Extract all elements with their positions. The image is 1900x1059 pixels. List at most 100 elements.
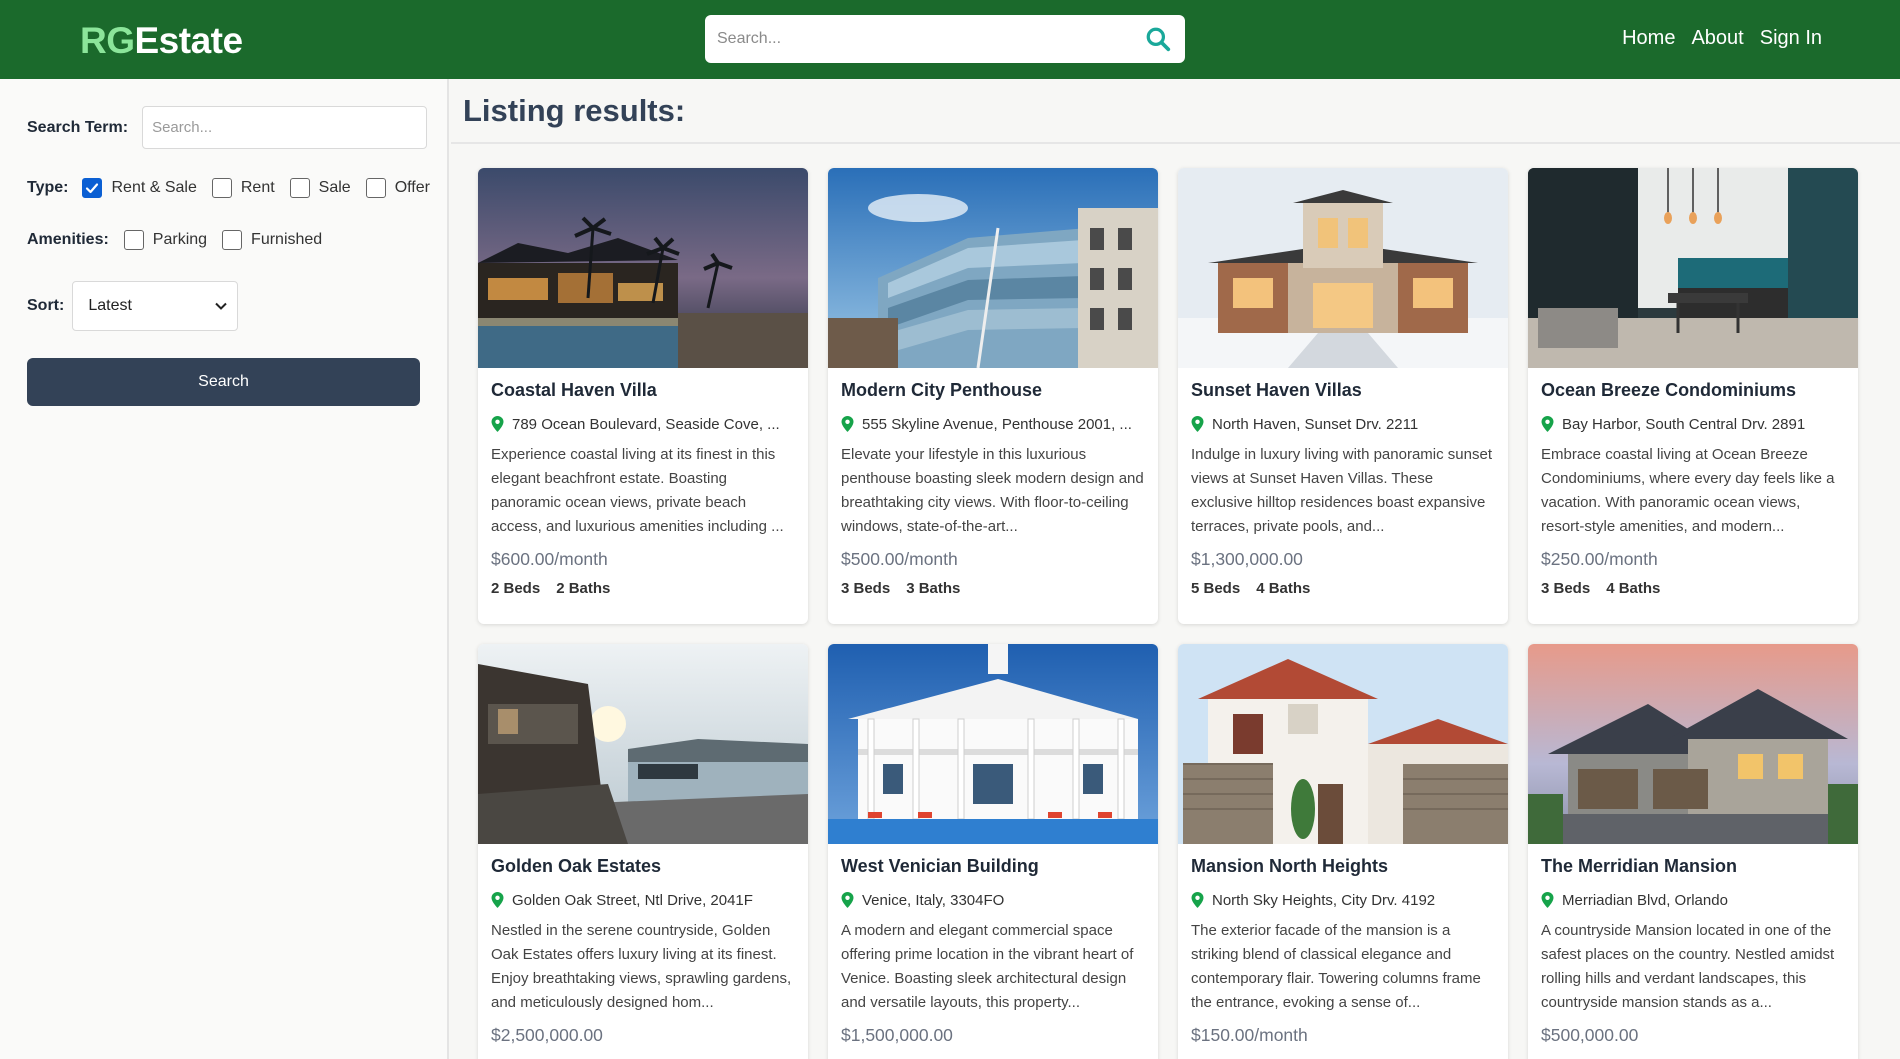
listing-price: $600.00/month xyxy=(491,549,608,569)
listing-photo[interactable] xyxy=(828,644,1158,844)
listing-description: Indulge in luxury living with panoramic … xyxy=(1191,446,1492,535)
type-rent-checkbox[interactable]: Rent xyxy=(211,178,275,198)
listing-address: 555 Skyline Avenue, Penthouse 2001, ... xyxy=(841,414,1145,434)
listing-title[interactable]: The Merridian Mansion xyxy=(1541,856,1845,882)
search-icon[interactable] xyxy=(1145,26,1171,52)
listing-address: Bay Harbor, South Central Drv. 2891 xyxy=(1541,414,1845,434)
location-pin-icon xyxy=(841,416,854,432)
listing-title[interactable]: West Venician Building xyxy=(841,856,1145,882)
listing-price: $500.00/month xyxy=(841,549,958,569)
listing-address: 789 Ocean Boulevard, Seaside Cove, ... xyxy=(491,414,795,434)
results-panel: Listing results: Coastal Haven Villa 789… xyxy=(451,79,1900,1059)
listing-card[interactable]: West Venician Building Venice, Italy, 33… xyxy=(828,644,1158,1059)
header-search xyxy=(705,15,1185,63)
listing-description: A modern and elegant commercial space of… xyxy=(841,922,1134,1011)
type-rent-label: Rent xyxy=(240,179,275,196)
listing-beds: 2 Beds xyxy=(491,580,541,597)
amenity-parking-label: Parking xyxy=(152,231,208,248)
location-pin-icon xyxy=(1191,416,1204,432)
listing-photo[interactable] xyxy=(1528,644,1858,844)
location-pin-icon xyxy=(491,892,504,908)
listing-title[interactable]: Sunset Haven Villas xyxy=(1191,380,1495,406)
listing-card[interactable]: Sunset Haven Villas North Haven, Sunset … xyxy=(1178,168,1508,624)
amenities-row: Amenities: Parking Furnished xyxy=(27,230,337,250)
listing-photo[interactable] xyxy=(828,168,1158,368)
type-rent-sale-checkbox[interactable]: Rent & Sale xyxy=(82,178,197,198)
listing-specs: 3 Beds 3 Baths xyxy=(841,580,1145,597)
listing-beds: 3 Beds xyxy=(841,580,891,597)
nav-about[interactable]: About xyxy=(1691,27,1743,50)
type-sale-label: Sale xyxy=(318,179,351,196)
search-term-label: Search Term: xyxy=(27,118,129,136)
sort-row: Sort: Latest xyxy=(27,281,239,331)
listing-description: Elevate your lifestyle in this luxurious… xyxy=(841,446,1144,535)
listing-baths: 4 Baths xyxy=(1606,580,1661,597)
listing-specs: 2 Beds 2 Baths xyxy=(491,580,795,597)
listing-card[interactable]: Golden Oak Estates Golden Oak Street, Nt… xyxy=(478,644,808,1059)
type-sale-checkbox[interactable]: Sale xyxy=(289,178,351,198)
listing-address: North Sky Heights, City Drv. 4192 xyxy=(1191,890,1495,910)
listing-title[interactable]: Ocean Breeze Condominiums xyxy=(1541,380,1845,406)
listing-description: A countryside Mansion located in one of … xyxy=(1541,922,1835,1011)
listing-title[interactable]: Mansion North Heights xyxy=(1191,856,1495,882)
amenity-furnished-label: Furnished xyxy=(251,231,323,248)
listing-photo[interactable] xyxy=(1528,168,1858,368)
logo-estate: Estate xyxy=(134,20,244,61)
search-term-input[interactable] xyxy=(142,106,428,149)
listing-price: $250.00/month xyxy=(1541,549,1658,569)
listing-price: $1,300,000.00 xyxy=(1191,549,1303,569)
search-button[interactable]: Search xyxy=(27,358,420,406)
listing-photo[interactable] xyxy=(478,168,808,368)
listings-grid: Coastal Haven Villa 789 Ocean Boulevard,… xyxy=(478,168,1858,1059)
listing-photo[interactable] xyxy=(1178,168,1508,368)
listing-beds: 5 Beds xyxy=(1191,580,1241,597)
search-term-row: Search Term: xyxy=(27,106,428,149)
amenity-furnished-checkbox[interactable]: Furnished xyxy=(222,230,322,250)
listing-baths: 2 Baths xyxy=(556,580,611,597)
sort-select[interactable]: Latest xyxy=(72,281,239,331)
sort-label: Sort: xyxy=(27,297,65,314)
listing-title[interactable]: Coastal Haven Villa xyxy=(491,380,795,406)
listing-address-text: North Haven, Sunset Drv. 2211 xyxy=(1212,415,1419,433)
type-row: Type: Rent & Sale Rent Sale Offer xyxy=(27,178,430,198)
listing-title[interactable]: Golden Oak Estates xyxy=(491,856,795,882)
listing-photo[interactable] xyxy=(478,644,808,844)
type-offer-checkbox[interactable]: Offer xyxy=(365,178,430,198)
listing-address-text: 789 Ocean Boulevard, Seaside Cove, ... xyxy=(512,415,780,433)
listing-address-text: Merriadian Blvd, Orlando xyxy=(1562,891,1728,909)
nav-home[interactable]: Home xyxy=(1622,27,1675,50)
listing-card[interactable]: The Merridian Mansion Merriadian Blvd, O… xyxy=(1528,644,1858,1059)
divider xyxy=(451,142,1900,144)
listing-title[interactable]: Modern City Penthouse xyxy=(841,380,1145,406)
nav-sign-in[interactable]: Sign In xyxy=(1760,27,1822,50)
listing-card[interactable]: Modern City Penthouse 555 Skyline Avenue… xyxy=(828,168,1158,624)
checkbox-checked-icon xyxy=(82,178,103,198)
listing-description: The exterior facade of the mansion is a … xyxy=(1191,922,1481,1011)
type-offer-label: Offer xyxy=(394,179,430,196)
checkbox-icon xyxy=(289,178,310,198)
listing-address: Merriadian Blvd, Orlando xyxy=(1541,890,1845,910)
location-pin-icon xyxy=(1541,892,1554,908)
amenity-parking-checkbox[interactable]: Parking xyxy=(123,230,208,250)
listing-address-text: 555 Skyline Avenue, Penthouse 2001, ... xyxy=(862,415,1132,433)
listing-price: $500,000.00 xyxy=(1541,1025,1639,1045)
checkbox-icon xyxy=(365,178,386,198)
listing-photo[interactable] xyxy=(1178,644,1508,844)
listing-card[interactable]: Mansion North Heights North Sky Heights,… xyxy=(1178,644,1508,1059)
filter-sidebar: Search Term: Type: Rent & Sale Rent Sale… xyxy=(0,79,449,1059)
chevron-down-icon xyxy=(215,302,228,310)
checkbox-icon xyxy=(211,178,232,198)
header-search-input[interactable] xyxy=(705,15,1125,63)
location-pin-icon xyxy=(491,416,504,432)
listing-card[interactable]: Coastal Haven Villa 789 Ocean Boulevard,… xyxy=(478,168,808,624)
checkbox-icon xyxy=(123,230,144,250)
listing-card[interactable]: Ocean Breeze Condominiums Bay Harbor, So… xyxy=(1528,168,1858,624)
sort-selected-value: Latest xyxy=(88,297,132,314)
location-pin-icon xyxy=(1191,892,1204,908)
checkbox-icon xyxy=(222,230,243,250)
logo[interactable]: RGEstate xyxy=(80,20,243,62)
listing-address: North Haven, Sunset Drv. 2211 xyxy=(1191,414,1495,434)
listing-baths: 3 Baths xyxy=(906,580,961,597)
listing-baths: 4 Baths xyxy=(1256,580,1311,597)
listing-address-text: Bay Harbor, South Central Drv. 2891 xyxy=(1562,415,1806,433)
